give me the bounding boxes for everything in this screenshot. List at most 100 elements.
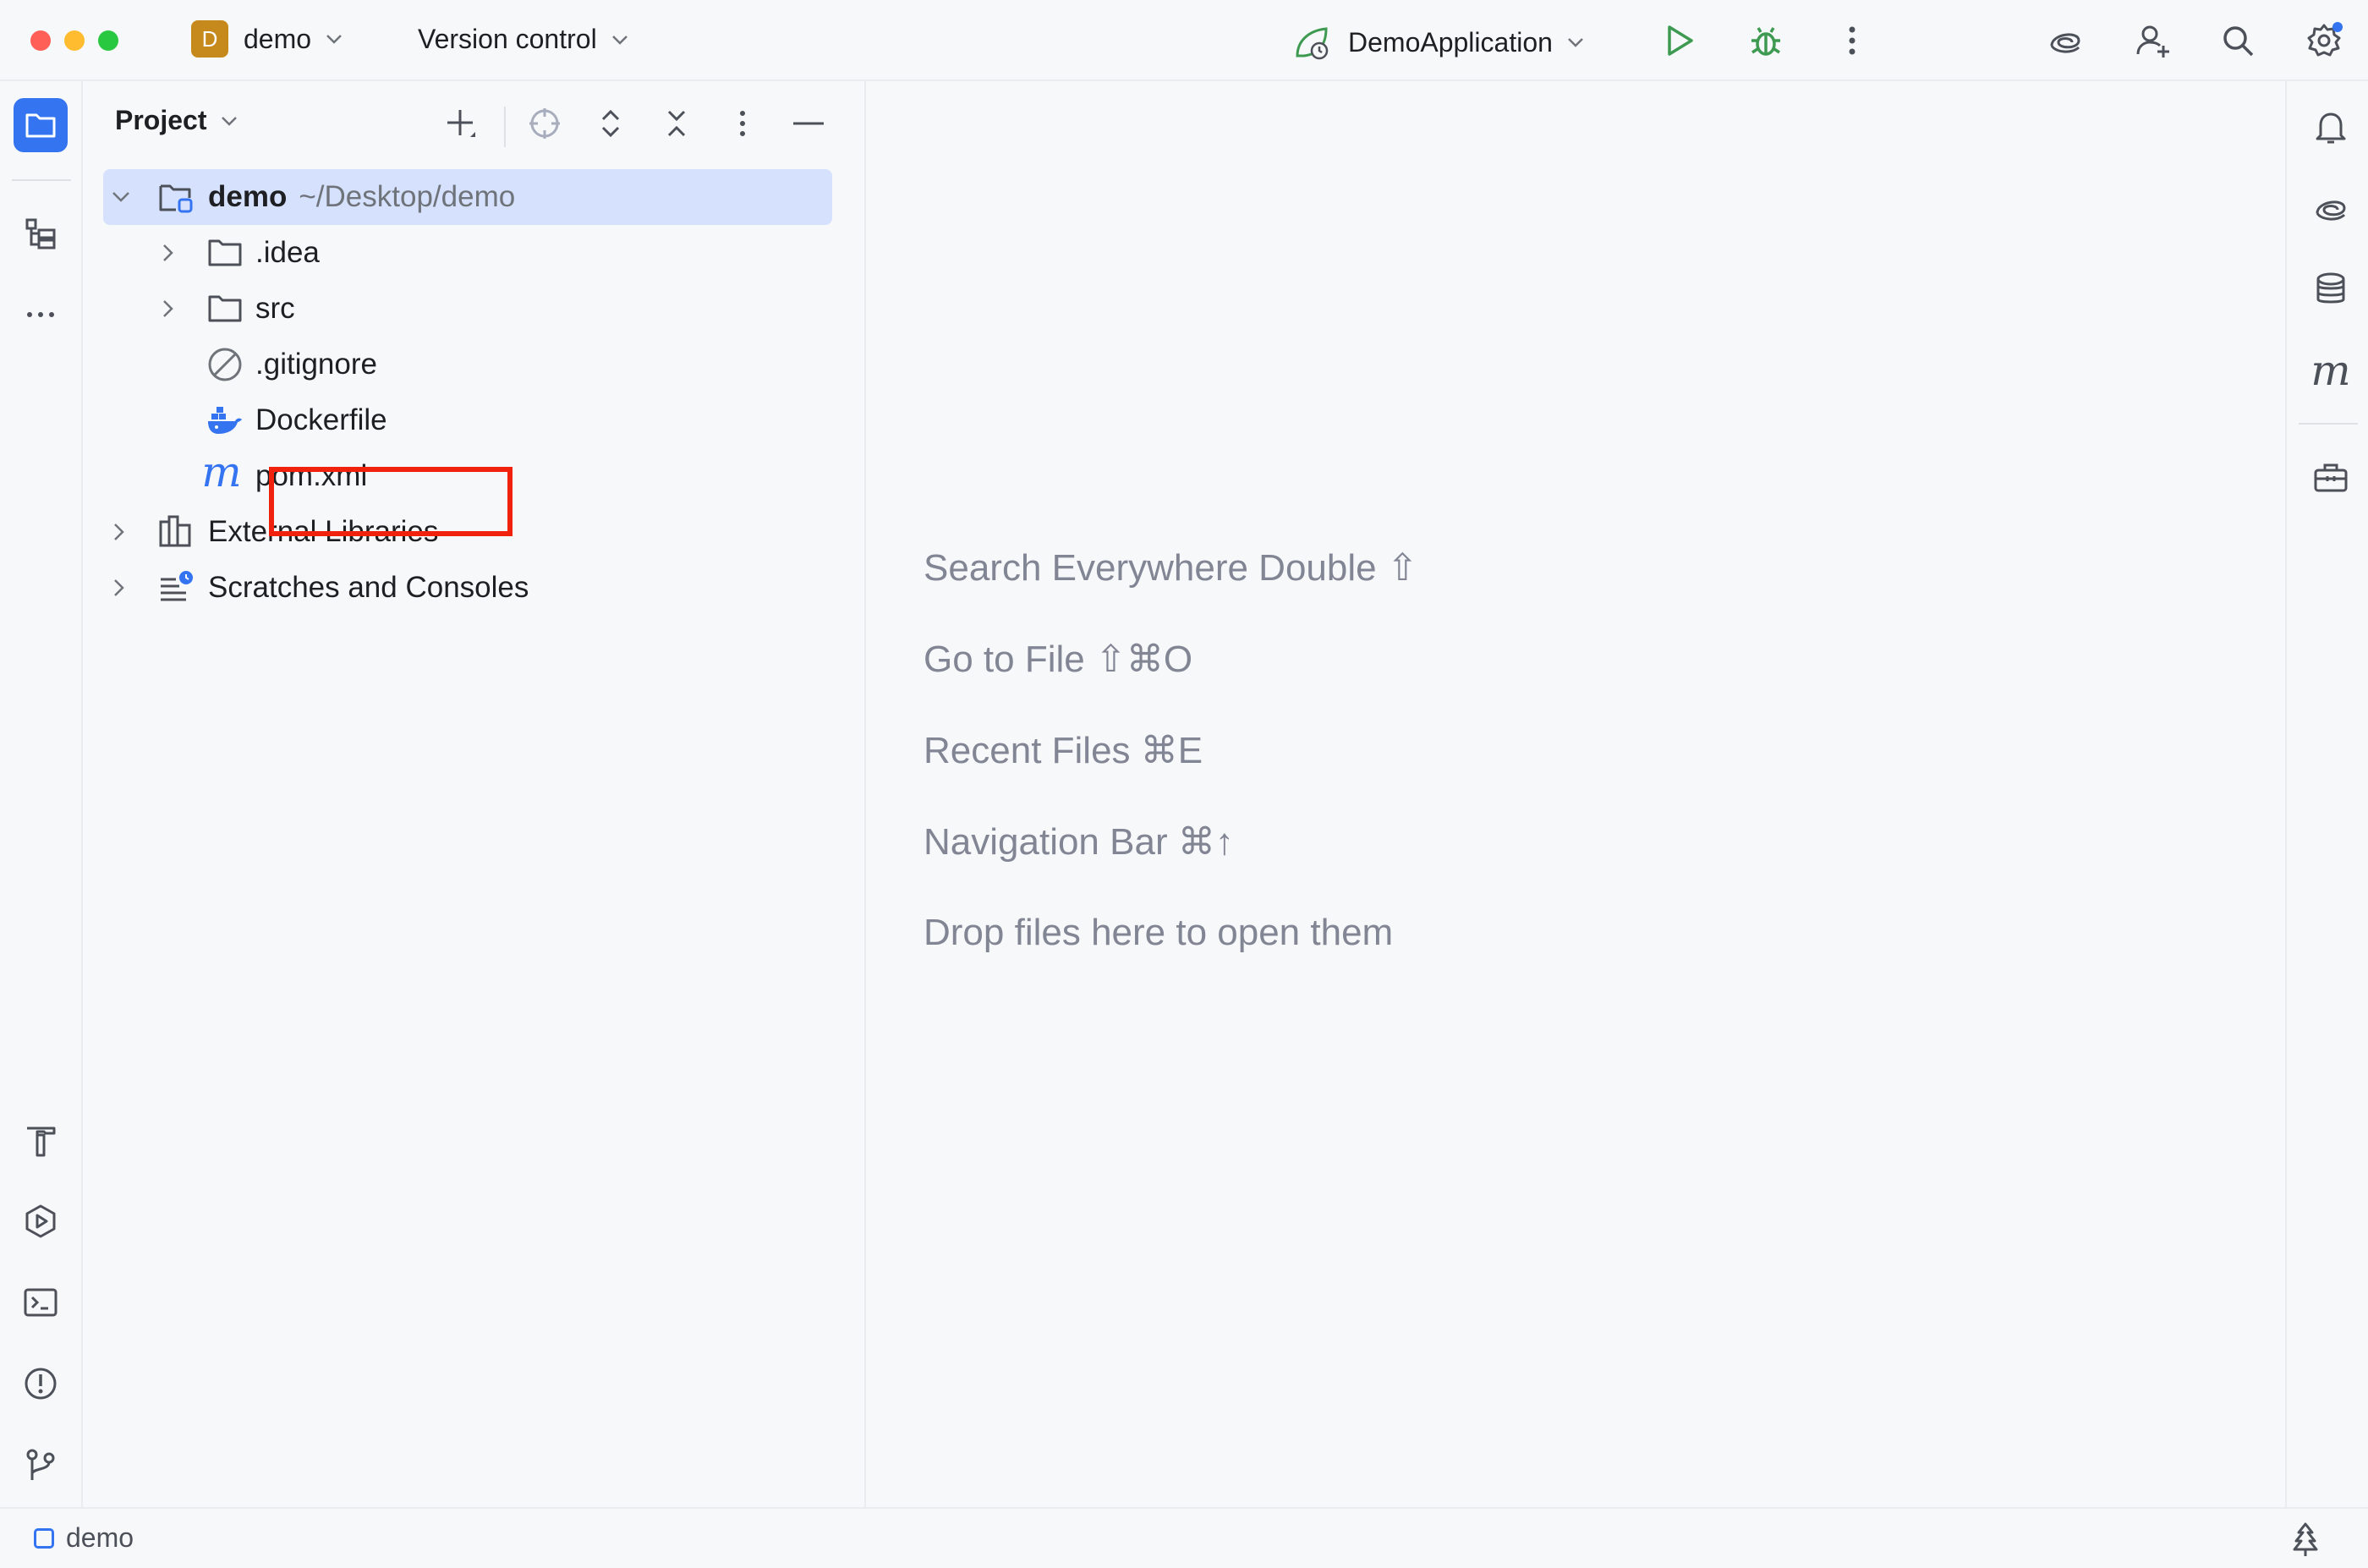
zoom-window-button[interactable]	[98, 30, 118, 51]
problems-tool-button[interactable]	[14, 1357, 68, 1411]
status-bar: demo	[0, 1507, 2368, 1568]
vcs-label: Version control	[418, 24, 597, 54]
chevron-down-icon	[112, 192, 129, 202]
chevron-down-icon	[222, 116, 238, 126]
vcs-widget[interactable]: Version control	[418, 24, 631, 55]
dockerfile-highlight-box	[269, 467, 513, 536]
project-panel-header: Project	[83, 81, 866, 166]
ai-assistant-button[interactable]	[2042, 17, 2089, 64]
maven-icon: m	[2310, 346, 2351, 395]
ai-assistant-icon	[2050, 33, 2080, 53]
module-icon	[34, 1527, 54, 1549]
toolbox-tool-button[interactable]	[2307, 453, 2354, 501]
terminal-tool-button[interactable]	[14, 1275, 68, 1330]
project-name: demo	[244, 23, 312, 54]
build-hammer-icon	[27, 1127, 56, 1157]
strip-divider	[2299, 423, 2358, 425]
scratches-icon	[157, 569, 195, 606]
project-tool-button[interactable]	[14, 98, 68, 152]
minimize-window-button[interactable]	[64, 30, 85, 51]
database-icon	[2316, 272, 2345, 304]
maven-icon: m	[201, 447, 242, 496]
module-folder-icon	[157, 179, 195, 217]
hint-search-everywhere: Search Everywhere Double ⇧	[924, 547, 1418, 589]
debug-button[interactable]	[1742, 17, 1790, 64]
structure-icon	[25, 218, 56, 249]
project-badge: D	[191, 20, 228, 58]
settings-icon	[2307, 22, 2343, 57]
right-tool-window-strip: m	[2285, 81, 2368, 1507]
code-with-me-button[interactable]	[2130, 17, 2177, 64]
status-breadcrumb-label: demo	[66, 1522, 134, 1553]
problems-icon	[25, 1368, 57, 1400]
tree-node-scratches[interactable]: Scratches and Consoles	[103, 560, 832, 616]
tree-node-gitignore[interactable]: .gitignore	[103, 337, 832, 392]
tree-node-dockerfile[interactable]: Dockerfile	[103, 392, 832, 448]
tree-node-label: .gitignore	[255, 348, 377, 381]
tree-node-demo[interactable]: demo ~/Desktop/demo	[103, 169, 832, 225]
run-button[interactable]	[1656, 17, 1703, 64]
settings-button[interactable]	[2300, 17, 2348, 64]
services-icon	[25, 1204, 56, 1238]
hint-recent-files: Recent Files ⌘E	[924, 730, 1203, 771]
search-everywhere-button[interactable]	[2214, 17, 2261, 64]
tree-node-label: Scratches and Consoles	[208, 571, 529, 604]
docker-icon	[206, 402, 244, 439]
strip-divider	[12, 179, 71, 181]
collapse-all-button[interactable]	[653, 100, 700, 147]
debug-icon	[1751, 27, 1780, 56]
chevron-right-icon	[163, 244, 173, 261]
add-user-icon	[2136, 25, 2169, 58]
status-breadcrumb[interactable]: demo	[34, 1522, 134, 1554]
editor-empty-area: Search Everywhere Double ⇧ Go to File ⇧⌘…	[866, 81, 2285, 1507]
project-switcher[interactable]: D demo	[191, 20, 345, 58]
notifications-icon	[2316, 112, 2346, 144]
tree-node-src[interactable]: src	[103, 281, 832, 337]
title-bar: D demo Version control DemoApplication	[0, 0, 2368, 81]
run-configuration-selector[interactable]: DemoApplication	[1292, 22, 1587, 63]
expand-all-button[interactable]	[587, 100, 634, 147]
left-tool-window-strip	[0, 81, 83, 1507]
select-opened-file-button[interactable]	[521, 100, 568, 147]
crosshair-icon	[529, 108, 560, 139]
collapse-all-icon	[667, 110, 686, 137]
panel-options-button[interactable]	[719, 100, 766, 147]
git-tool-button[interactable]	[14, 1438, 68, 1492]
terminal-icon	[24, 1288, 58, 1317]
expand-all-icon	[601, 109, 620, 138]
tree-icon[interactable]	[2287, 1521, 2324, 1558]
ignore-file-icon	[206, 346, 244, 383]
tree-node-path: ~/Desktop/demo	[299, 180, 516, 213]
git-branch-icon	[26, 1449, 55, 1480]
close-window-button[interactable]	[30, 30, 51, 51]
database-tool-button[interactable]	[2307, 266, 2354, 313]
add-icon	[447, 110, 475, 137]
libraries-icon	[157, 513, 195, 551]
folder-icon	[206, 290, 244, 327]
folder-icon	[206, 234, 244, 271]
more-vertical-icon	[1849, 26, 1855, 55]
project-tool-window: Project demo ~/Desktop/demo .idea src .g…	[83, 81, 866, 1507]
more-actions-button[interactable]	[1828, 17, 1876, 64]
tree-node-label: Dockerfile	[255, 403, 387, 436]
chevron-right-icon	[114, 524, 124, 540]
minimize-icon	[793, 122, 824, 125]
ai-assistant-tool-button[interactable]	[2307, 184, 2354, 232]
hint-navigation-bar: Navigation Bar ⌘↑	[924, 821, 1234, 863]
chevron-down-icon	[1568, 38, 1583, 47]
run-icon	[1668, 25, 1693, 56]
build-tool-button[interactable]	[14, 1113, 68, 1167]
tree-node-idea[interactable]: .idea	[103, 225, 832, 281]
hint-go-to-file: Go to File ⇧⌘O	[924, 639, 1193, 680]
new-file-button[interactable]	[436, 100, 484, 147]
ai-assistant-icon	[2316, 200, 2346, 221]
project-view-selector[interactable]: Project	[115, 105, 240, 136]
toolbox-icon	[2314, 463, 2348, 492]
toolbar-divider	[504, 107, 506, 147]
notifications-button[interactable]	[2307, 103, 2354, 151]
structure-tool-button[interactable]	[14, 206, 68, 260]
more-tool-windows-button[interactable]	[14, 288, 68, 342]
maven-tool-button[interactable]: m	[2307, 347, 2354, 394]
services-tool-button[interactable]	[14, 1194, 68, 1248]
hide-panel-button[interactable]	[785, 100, 832, 147]
